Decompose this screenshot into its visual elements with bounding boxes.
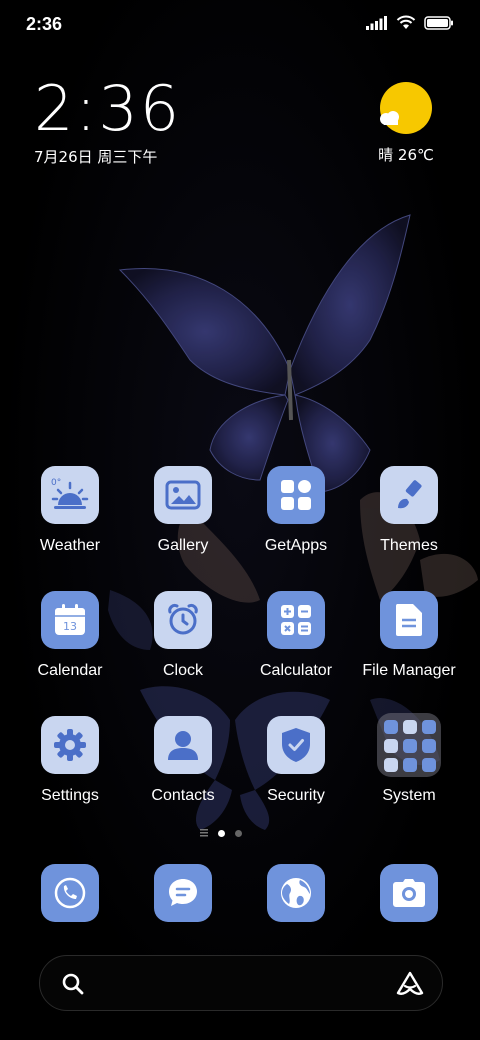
search-icon xyxy=(62,973,84,995)
alarm-clock-icon xyxy=(154,591,212,649)
phone-icon xyxy=(41,864,99,922)
weather-text: 晴 26℃ xyxy=(378,146,434,164)
contacts-icon xyxy=(154,716,212,774)
app-weather[interactable]: 0° Weather xyxy=(15,466,125,555)
status-time: 2:36 xyxy=(26,14,63,34)
app-contacts[interactable]: Contacts xyxy=(128,716,238,805)
app-label: Clock xyxy=(162,662,203,679)
status-bar: 2:36 xyxy=(0,0,480,50)
app-themes[interactable]: Themes xyxy=(354,466,464,555)
sunny-weather-icon xyxy=(380,82,432,134)
calculator-icon xyxy=(267,591,325,649)
battery-icon xyxy=(424,15,453,30)
app-security[interactable]: Security xyxy=(241,716,351,805)
menu-lines-icon xyxy=(200,829,208,837)
app-label: Contacts xyxy=(151,787,215,804)
mini-app-icon xyxy=(403,739,417,753)
mini-app-icon xyxy=(422,720,436,734)
weather-widget[interactable]: 晴 26℃ xyxy=(366,82,446,165)
page-indicator[interactable] xyxy=(200,829,242,837)
getapps-icon xyxy=(267,466,325,524)
app-settings[interactable]: Settings xyxy=(15,716,125,805)
camera-icon xyxy=(380,864,438,922)
app-file-manager[interactable]: File Manager xyxy=(354,591,464,680)
app-getapps[interactable]: GetApps xyxy=(241,466,351,555)
svg-text:13: 13 xyxy=(63,620,77,633)
messages-icon xyxy=(154,864,212,922)
app-label: Gallery xyxy=(157,537,209,554)
svg-text:0°: 0° xyxy=(51,478,61,488)
widget-date: 7月26日 周三下午 xyxy=(34,148,158,166)
shield-icon xyxy=(267,716,325,774)
mini-app-icon xyxy=(422,758,436,772)
app-label: Settings xyxy=(41,787,99,804)
search-bar[interactable] xyxy=(39,955,443,1011)
app-label: Calculator xyxy=(259,662,333,679)
mini-app-icon xyxy=(403,758,417,772)
gallery-icon xyxy=(154,466,212,524)
widget-time: 2:36 xyxy=(34,72,182,145)
dock-camera[interactable] xyxy=(380,864,438,922)
mini-app-icon xyxy=(422,739,436,753)
app-label: GetApps xyxy=(264,537,328,554)
app-clock[interactable]: Clock xyxy=(128,591,238,680)
app-calendar[interactable]: 13 Calendar xyxy=(15,591,125,680)
folder-icon xyxy=(377,713,441,777)
mini-app-icon xyxy=(384,739,398,753)
app-calculator[interactable]: Calculator xyxy=(241,591,351,680)
app-label: Calendar xyxy=(37,662,103,679)
clock-widget[interactable]: 2:36 7月26日 周三下午 xyxy=(34,78,181,167)
dock-phone[interactable] xyxy=(41,864,99,922)
home-screen: 2:36 2:36 7月26日 周三下午 晴 26℃ 0° Weather Ga… xyxy=(0,0,480,1040)
globe-icon xyxy=(267,864,325,922)
app-gallery[interactable]: Gallery xyxy=(128,466,238,555)
page-dot xyxy=(235,829,242,837)
mini-app-icon xyxy=(403,720,417,734)
calendar-icon: 13 xyxy=(41,591,99,649)
dock-messages[interactable] xyxy=(154,864,212,922)
app-label: Security xyxy=(267,787,325,804)
page-dot-active xyxy=(218,829,225,837)
mini-app-icon xyxy=(384,720,398,734)
app-label: Themes xyxy=(380,537,438,554)
app-label: File Manager xyxy=(362,662,456,679)
dock-browser[interactable] xyxy=(267,864,325,922)
folder-system[interactable]: System xyxy=(354,713,464,805)
themes-icon xyxy=(380,466,438,524)
wifi-icon xyxy=(396,15,416,29)
mini-app-icon xyxy=(384,758,398,772)
app-label: System xyxy=(382,787,436,804)
signal-icon xyxy=(366,15,387,30)
app-label: Weather xyxy=(39,537,101,554)
weather-icon: 0° xyxy=(41,466,99,524)
file-manager-icon xyxy=(380,591,438,649)
gear-icon xyxy=(41,716,99,774)
cloud-icon xyxy=(380,111,399,125)
assistant-icon[interactable] xyxy=(396,971,424,997)
